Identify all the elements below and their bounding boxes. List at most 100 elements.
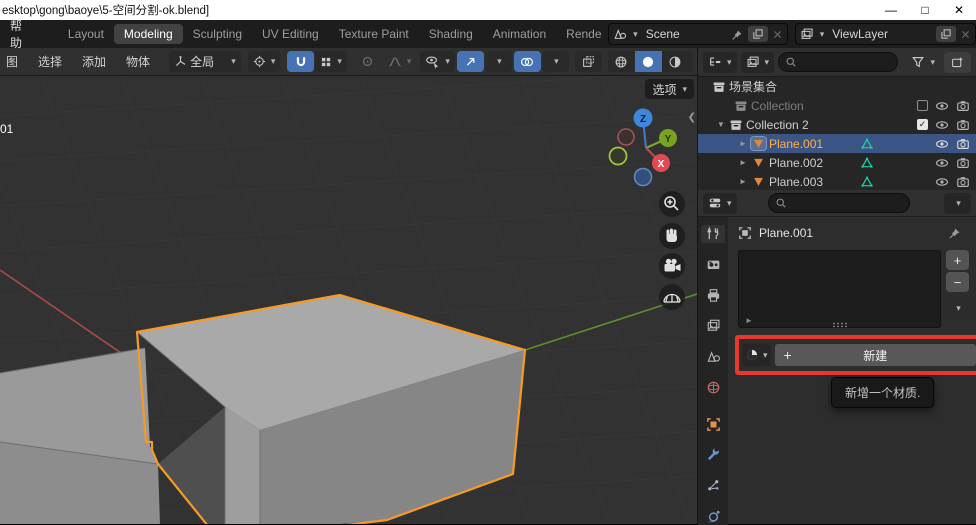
outliner-filter-mode-dropdown[interactable]: ▾ bbox=[741, 52, 775, 73]
viewport-canvas[interactable]: Z Y X bbox=[0, 76, 697, 524]
select-menu[interactable]: 选择 bbox=[29, 53, 71, 70]
eye-icon[interactable] bbox=[935, 118, 949, 132]
unlink-scene-icon[interactable] bbox=[772, 29, 783, 40]
snap-settings-dropdown[interactable]: ▾ bbox=[315, 51, 347, 72]
camera-icon[interactable] bbox=[956, 118, 970, 132]
view-menu[interactable]: 图 bbox=[4, 53, 27, 70]
properties-options-dropdown[interactable]: ▾ bbox=[944, 193, 971, 214]
remove-slot-button[interactable]: − bbox=[946, 272, 969, 292]
viewport-nav-buttons[interactable] bbox=[659, 191, 685, 310]
tab-output[interactable] bbox=[701, 286, 725, 304]
axis-neg-x-ball[interactable] bbox=[618, 129, 634, 145]
material-slot-list[interactable]: ► bbox=[738, 250, 941, 328]
tab-physics[interactable] bbox=[701, 507, 725, 525]
remove-view-layer-icon[interactable] bbox=[960, 29, 971, 40]
navigation-gizmo[interactable]: Z Y X bbox=[610, 109, 678, 186]
expand-arrow-icon[interactable]: ► bbox=[738, 158, 748, 167]
exclude-checkbox[interactable] bbox=[917, 100, 928, 111]
proportional-falloff-dropdown[interactable]: ▾ bbox=[383, 51, 417, 72]
outliner-row-scene-collection[interactable]: 场景集合 bbox=[698, 77, 976, 96]
axis-neg-z-ball[interactable] bbox=[635, 169, 652, 186]
outliner-search-input[interactable] bbox=[778, 52, 898, 72]
expand-arrow-icon[interactable]: ► bbox=[745, 316, 753, 325]
new-view-layer-button[interactable] bbox=[936, 26, 956, 42]
shading-wireframe-button[interactable] bbox=[608, 51, 635, 72]
gizmos-toggle-button[interactable] bbox=[457, 51, 484, 72]
tab-object[interactable] bbox=[701, 415, 725, 433]
overlays-dropdown[interactable]: ▾ bbox=[542, 51, 569, 72]
workspace-tab-layout[interactable]: Layout bbox=[58, 24, 114, 44]
eye-icon[interactable] bbox=[935, 137, 949, 151]
eye-icon[interactable] bbox=[935, 175, 949, 189]
view-layer-name[interactable]: ViewLayer bbox=[828, 27, 932, 41]
resize-grip-icon[interactable] bbox=[832, 322, 848, 328]
expand-arrow-icon[interactable]: ► bbox=[738, 177, 748, 186]
xray-toggle-button[interactable] bbox=[575, 51, 602, 72]
shading-material-button[interactable] bbox=[662, 51, 689, 72]
tab-scene[interactable] bbox=[701, 348, 725, 366]
workspace-tab-texture-paint[interactable]: Texture Paint bbox=[329, 24, 419, 44]
outliner-filter-dropdown[interactable]: ▾ bbox=[906, 52, 940, 73]
tab-tool[interactable] bbox=[701, 225, 725, 243]
outliner-row-plane-001[interactable]: ► Plane.001 bbox=[698, 134, 976, 153]
overlays-toggle-button[interactable] bbox=[514, 51, 541, 72]
outliner-display-mode-dropdown[interactable]: ▾ bbox=[703, 52, 737, 73]
properties-search-input[interactable] bbox=[768, 193, 910, 213]
gizmos-dropdown[interactable]: ▾ bbox=[485, 51, 512, 72]
workspace-tab-sculpting[interactable]: Sculpting bbox=[183, 24, 252, 44]
mesh-data-icon[interactable] bbox=[860, 137, 874, 151]
workspace-tab-uv-editing[interactable]: UV Editing bbox=[252, 24, 329, 44]
pivot-point-dropdown[interactable]: ▾ bbox=[248, 51, 281, 72]
browse-material-dropdown[interactable]: ▾ bbox=[742, 344, 771, 366]
collapse-arrow-icon[interactable]: ▼ bbox=[716, 120, 726, 129]
camera-icon[interactable] bbox=[956, 156, 970, 170]
tab-world[interactable] bbox=[701, 379, 725, 397]
add-slot-button[interactable]: + bbox=[946, 250, 969, 270]
shading-rendered-button[interactable] bbox=[689, 51, 693, 72]
mesh-objects[interactable] bbox=[0, 295, 525, 524]
workspace-tab-shading[interactable]: Shading bbox=[419, 24, 483, 44]
zoom-button[interactable] bbox=[659, 191, 685, 217]
tab-view-layer[interactable] bbox=[701, 317, 725, 335]
3d-viewport[interactable]: Z Y X bbox=[0, 76, 697, 524]
eye-icon[interactable] bbox=[935, 99, 949, 113]
shading-solid-button[interactable] bbox=[635, 51, 662, 72]
mesh-data-icon[interactable] bbox=[860, 156, 874, 170]
slot-specials-dropdown[interactable]: ▾ bbox=[946, 298, 969, 318]
new-collection-button[interactable] bbox=[944, 52, 971, 73]
object-menu[interactable]: 物体 bbox=[117, 53, 159, 70]
pin-icon[interactable] bbox=[731, 28, 744, 41]
outliner-row-plane-002[interactable]: ► Plane.002 bbox=[698, 153, 976, 172]
add-menu[interactable]: 添加 bbox=[73, 53, 115, 70]
eye-icon[interactable] bbox=[935, 156, 949, 170]
maximize-button[interactable]: □ bbox=[908, 1, 942, 19]
tab-modifiers[interactable] bbox=[701, 446, 725, 464]
close-button[interactable]: ✕ bbox=[942, 1, 976, 19]
outliner-row-collection-2[interactable]: ▼ Collection 2 ✓ bbox=[698, 115, 976, 134]
tab-particles[interactable] bbox=[701, 477, 725, 495]
outliner-row-collection[interactable]: Collection bbox=[698, 96, 976, 115]
proportional-editing-button[interactable] bbox=[354, 51, 381, 72]
workspace-tab-animation[interactable]: Animation bbox=[483, 24, 556, 44]
sidebar-collapse-arrow[interactable]: ❮ bbox=[688, 112, 696, 123]
help-menu[interactable]: 帮助 bbox=[0, 17, 42, 51]
camera-icon[interactable] bbox=[956, 175, 970, 189]
exclude-checkbox[interactable]: ✓ bbox=[917, 119, 928, 130]
scene-selector[interactable]: ▾ Scene bbox=[608, 23, 788, 45]
outliner-row-plane-003[interactable]: ► Plane.003 bbox=[698, 172, 976, 191]
camera-icon[interactable] bbox=[956, 137, 970, 151]
camera-icon[interactable] bbox=[956, 99, 970, 113]
scene-name[interactable]: Scene bbox=[642, 27, 727, 41]
show-gizmo-dropdown[interactable]: ▾ bbox=[420, 51, 455, 72]
mesh-data-icon[interactable] bbox=[860, 175, 874, 189]
tab-render[interactable] bbox=[701, 256, 725, 274]
workspace-tab-rendering[interactable]: Renderi bbox=[556, 24, 602, 44]
editor-type-dropdown[interactable]: ▾ bbox=[703, 193, 737, 214]
expand-arrow-icon[interactable]: ► bbox=[738, 139, 748, 148]
options-dropdown[interactable]: 选项 ▾ bbox=[645, 79, 694, 99]
workspace-tab-modeling[interactable]: Modeling bbox=[114, 24, 183, 44]
new-material-button[interactable]: + 新建 bbox=[775, 344, 976, 366]
breadcrumb-object-name[interactable]: Plane.001 bbox=[759, 226, 813, 240]
new-scene-button[interactable] bbox=[748, 26, 768, 42]
snap-toggle-button[interactable] bbox=[287, 51, 314, 72]
